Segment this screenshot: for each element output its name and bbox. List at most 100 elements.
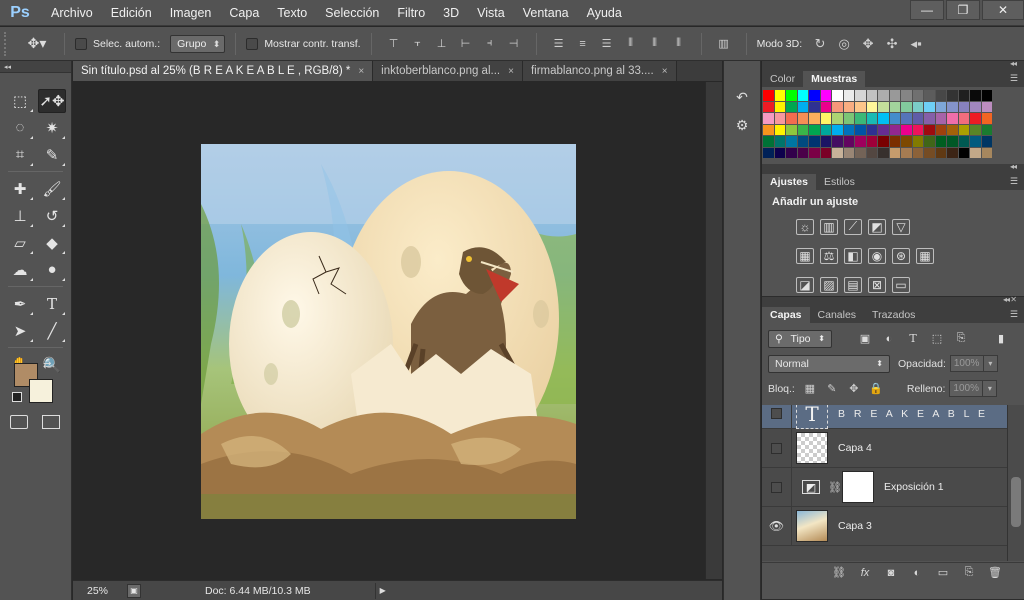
marquee-tool-icon[interactable]: ⬚	[6, 89, 34, 113]
panel-menu-icon[interactable]: ☰	[1010, 176, 1018, 187]
menu-vista[interactable]: Vista	[468, 0, 514, 26]
roll-3d-icon[interactable]: ◎	[834, 35, 854, 53]
layer-visibility-toggle[interactable]	[762, 428, 792, 468]
swatch[interactable]	[832, 113, 843, 124]
swatch[interactable]	[924, 136, 935, 147]
swatch[interactable]	[763, 90, 774, 101]
lock-transparency-icon[interactable]: ▦	[803, 382, 817, 396]
swatch[interactable]	[970, 147, 981, 158]
align-right-icon[interactable]: ⊣	[505, 35, 523, 53]
layer-filter-dropdown[interactable]: ⚲ Tipo ⬍	[768, 329, 832, 348]
swatch[interactable]	[763, 101, 774, 112]
filter-type-icon[interactable]: T	[906, 332, 920, 346]
tools-panel-header[interactable]: ◂◂	[0, 61, 71, 73]
exposure-icon[interactable]: ◩	[868, 218, 886, 235]
swatch[interactable]	[866, 90, 877, 101]
layer-visibility-toggle[interactable]: 👁	[762, 506, 792, 546]
threshold-icon[interactable]: ▤	[844, 276, 862, 293]
swatch[interactable]	[843, 101, 854, 112]
menu-texto[interactable]: Texto	[268, 0, 316, 26]
align-bottom-icon[interactable]: ⊥	[433, 35, 451, 53]
swatch[interactable]	[901, 147, 912, 158]
swatch[interactable]	[774, 147, 785, 158]
fill-input[interactable]: 100%	[949, 380, 984, 397]
swatch[interactable]	[924, 101, 935, 112]
distribute-left-icon[interactable]: ⦀	[622, 35, 640, 53]
swatch[interactable]	[832, 147, 843, 158]
pen-tool-icon[interactable]: ✒	[6, 292, 34, 316]
tab-layers[interactable]: Capas	[762, 307, 810, 323]
layer-visibility-toggle[interactable]	[762, 405, 792, 429]
swatch[interactable]	[924, 90, 935, 101]
swatch[interactable]	[855, 90, 866, 101]
swatch[interactable]	[878, 124, 889, 135]
swatch[interactable]	[774, 136, 785, 147]
swatch[interactable]	[809, 101, 820, 112]
screen-mode-icon[interactable]	[42, 415, 60, 429]
swatch[interactable]	[786, 113, 797, 124]
artwork-canvas[interactable]	[201, 144, 576, 519]
balance-icon[interactable]: ⚖	[820, 247, 838, 264]
swatch[interactable]	[774, 90, 785, 101]
swatch[interactable]	[843, 136, 854, 147]
swatch[interactable]	[878, 136, 889, 147]
brightness-icon[interactable]: ☼	[796, 218, 814, 235]
tab-styles[interactable]: Estilos	[816, 174, 863, 190]
new-layer-icon[interactable]: ⎘	[960, 566, 978, 580]
panel-collapse-bar[interactable]: ◂◂ ✕	[762, 295, 1024, 306]
tab-swatches[interactable]: Muestras	[803, 71, 866, 87]
swatch[interactable]	[981, 113, 992, 124]
distribute-hcenter-icon[interactable]: ⦀	[646, 35, 664, 53]
channel-mixer-icon[interactable]: ⊛	[892, 247, 910, 264]
gradient-map-icon[interactable]: ▭	[892, 276, 910, 293]
swatch[interactable]	[797, 147, 808, 158]
swatch[interactable]	[981, 90, 992, 101]
swatch[interactable]	[970, 113, 981, 124]
swatch[interactable]	[866, 147, 877, 158]
menu-edicion[interactable]: Edición	[102, 0, 161, 26]
swatch[interactable]	[809, 136, 820, 147]
gradient-triangle-icon[interactable]: ▽	[892, 218, 910, 235]
eyedropper-tool-icon[interactable]: ✎	[38, 143, 66, 167]
swatch[interactable]	[774, 101, 785, 112]
photo-filter-icon[interactable]: ◉	[868, 247, 886, 264]
lock-all-icon[interactable]: 🔒	[869, 382, 883, 396]
swatch[interactable]	[912, 113, 923, 124]
tab-document-2[interactable]: inktoberblanco.png al... ×	[373, 61, 523, 81]
rotate-3d-icon[interactable]: ↻	[810, 35, 830, 53]
layer-row[interactable]: Capa 4	[762, 428, 1007, 468]
panel-menu-icon[interactable]: ☰	[1010, 309, 1018, 320]
swatch[interactable]	[843, 124, 854, 135]
swatch[interactable]	[889, 90, 900, 101]
status-preview-icon[interactable]: ▣	[127, 583, 141, 598]
move-tool-preset-icon[interactable]: ✥▾	[20, 32, 54, 56]
swatch[interactable]	[786, 124, 797, 135]
distribute-bottom-icon[interactable]: ☰	[598, 35, 616, 53]
healing-brush-tool-icon[interactable]: ✚	[6, 177, 34, 201]
clone-stamp-tool-icon[interactable]: ⊥	[6, 204, 34, 228]
swatch[interactable]	[786, 147, 797, 158]
add-mask-icon[interactable]: ◙	[882, 566, 900, 580]
menu-ayuda[interactable]: Ayuda	[578, 0, 631, 26]
swatch[interactable]	[970, 136, 981, 147]
swatch[interactable]	[820, 124, 831, 135]
tab-channels[interactable]: Canales	[810, 307, 865, 323]
swatch[interactable]	[855, 113, 866, 124]
filter-smart-object-icon[interactable]: ⎘	[954, 332, 968, 346]
swatch[interactable]	[855, 101, 866, 112]
swatch[interactable]	[935, 113, 946, 124]
swatch[interactable]	[763, 136, 774, 147]
align-left-icon[interactable]: ⊢	[457, 35, 475, 53]
swatch[interactable]	[832, 90, 843, 101]
swatch[interactable]	[855, 136, 866, 147]
layer-visibility-toggle[interactable]	[762, 467, 792, 507]
swatch[interactable]	[786, 101, 797, 112]
lasso-tool-icon[interactable]: ◌	[6, 116, 34, 140]
swatch[interactable]	[912, 124, 923, 135]
swatch[interactable]	[797, 90, 808, 101]
panel-collapse-bar[interactable]: ◂◂	[762, 162, 1024, 173]
type-tool-icon[interactable]: T	[38, 292, 66, 316]
swatch[interactable]	[981, 147, 992, 158]
swatch[interactable]	[924, 113, 935, 124]
path-selection-tool-icon[interactable]: ➤	[6, 319, 34, 343]
